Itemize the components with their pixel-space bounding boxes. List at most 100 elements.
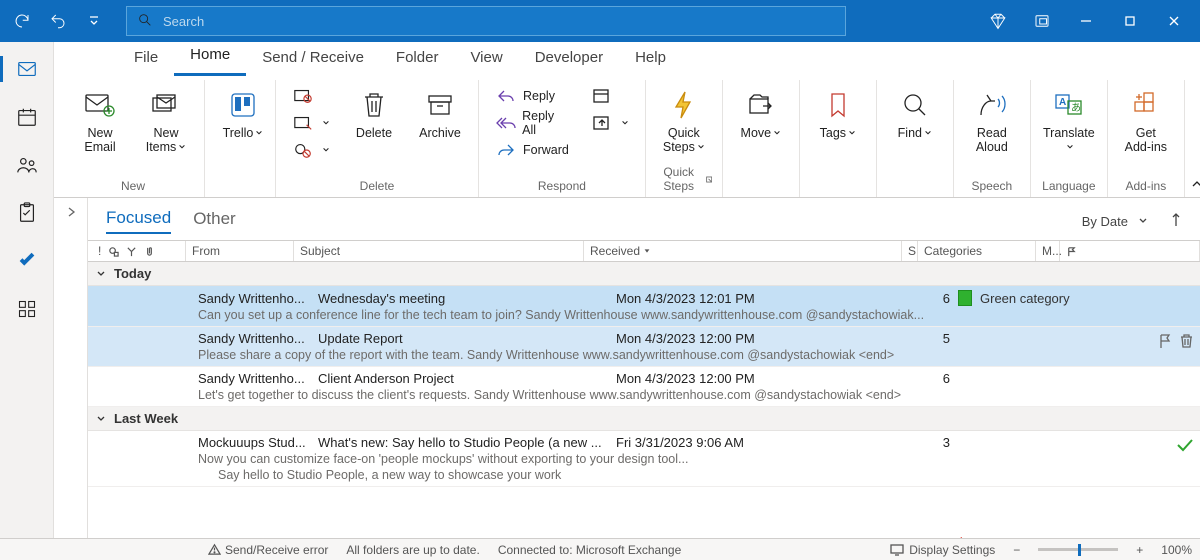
svg-text:A: A bbox=[1059, 97, 1066, 108]
category-swatch[interactable] bbox=[958, 290, 972, 306]
read-aloud-button[interactable]: ReadAloud bbox=[964, 82, 1020, 155]
tab-send-receive[interactable]: Send / Receive bbox=[246, 41, 380, 76]
reply-all-icon bbox=[495, 112, 516, 134]
title-bar bbox=[0, 0, 1200, 42]
zoom-in[interactable]: + bbox=[1136, 543, 1143, 557]
col-mentions[interactable]: M... bbox=[1036, 241, 1060, 261]
expand-folder-pane[interactable] bbox=[54, 198, 88, 538]
group-quicksteps-label: Quick Steps bbox=[656, 165, 712, 195]
junk-icon bbox=[292, 139, 314, 161]
find-icon bbox=[898, 88, 932, 122]
col-flag[interactable] bbox=[1060, 241, 1200, 261]
coming-soon-icon[interactable] bbox=[1020, 0, 1064, 42]
archive-icon bbox=[423, 88, 457, 122]
message-row[interactable]: Sandy Writtenho...Client Anderson Projec… bbox=[88, 367, 1200, 407]
nav-tasks[interactable] bbox=[10, 198, 44, 228]
find-button[interactable]: Find bbox=[887, 82, 943, 140]
share-button[interactable] bbox=[585, 111, 635, 135]
premium-icon[interactable] bbox=[976, 0, 1020, 42]
group-last-week[interactable]: Last Week bbox=[88, 407, 1200, 431]
maximize-button[interactable] bbox=[1108, 0, 1152, 42]
ignore-button[interactable] bbox=[286, 84, 336, 108]
reply-icon bbox=[495, 85, 517, 107]
display-settings[interactable]: Display Settings bbox=[890, 543, 995, 557]
col-icons[interactable]: ! bbox=[88, 241, 186, 261]
refresh-icon[interactable] bbox=[8, 7, 36, 35]
status-bar: Send/Receive error All folders are up to… bbox=[0, 538, 1200, 560]
trello-icon bbox=[226, 88, 260, 122]
tab-help[interactable]: Help bbox=[619, 41, 682, 76]
close-button[interactable] bbox=[1152, 0, 1196, 42]
archive-button[interactable]: Archive bbox=[412, 82, 468, 140]
tags-button[interactable]: Tags bbox=[810, 82, 866, 140]
addins-icon bbox=[1129, 88, 1163, 122]
col-categories[interactable]: Categories bbox=[918, 241, 1036, 261]
other-tab[interactable]: Other bbox=[193, 209, 236, 233]
col-received[interactable]: Received bbox=[584, 241, 902, 261]
zoom-value: 100% bbox=[1161, 543, 1192, 557]
sort-reverse-icon[interactable] bbox=[1170, 212, 1182, 231]
move-button[interactable]: Move bbox=[733, 82, 789, 140]
status-uptodate: All folders are up to date. bbox=[346, 543, 479, 557]
group-speech-label: Speech bbox=[964, 179, 1020, 195]
reply-all-button[interactable]: Reply All bbox=[489, 111, 575, 135]
tab-developer[interactable]: Developer bbox=[519, 41, 619, 76]
group-addins-label: Add-ins bbox=[1118, 179, 1174, 195]
status-error[interactable]: Send/Receive error bbox=[208, 543, 328, 557]
cleanup-button[interactable] bbox=[286, 111, 336, 135]
col-size[interactable]: S bbox=[902, 241, 918, 261]
get-addins-button[interactable]: GetAdd-ins bbox=[1118, 82, 1174, 155]
message-row[interactable]: Sandy Writtenho...Update ReportMon 4/3/2… bbox=[88, 327, 1200, 367]
zoom-slider[interactable] bbox=[1038, 548, 1118, 551]
search-input[interactable] bbox=[163, 14, 835, 29]
group-today[interactable]: Today bbox=[88, 262, 1200, 286]
delete-button[interactable]: Delete bbox=[346, 82, 402, 140]
tab-file[interactable]: File bbox=[118, 41, 174, 76]
zoom-out[interactable]: − bbox=[1013, 543, 1020, 557]
nav-calendar[interactable] bbox=[10, 102, 44, 132]
done-icon[interactable] bbox=[1176, 437, 1194, 456]
new-email-button[interactable]: NewEmail bbox=[72, 82, 128, 155]
new-items-button[interactable]: NewItems bbox=[138, 82, 194, 155]
flag-icon[interactable] bbox=[1157, 333, 1173, 352]
qat-dropdown-icon[interactable] bbox=[80, 7, 108, 35]
tags-icon bbox=[821, 88, 855, 122]
meeting-icon bbox=[591, 85, 613, 107]
meeting-button[interactable] bbox=[585, 84, 635, 108]
left-nav bbox=[0, 42, 54, 538]
column-headers: ! From Subject Received S Categories M..… bbox=[88, 240, 1200, 262]
forward-button[interactable]: Forward bbox=[489, 138, 575, 162]
undo-icon[interactable] bbox=[44, 7, 72, 35]
reply-button[interactable]: Reply bbox=[489, 84, 575, 108]
nav-people[interactable] bbox=[10, 150, 44, 180]
message-row[interactable]: Mockuuups Stud...What's new: Say hello t… bbox=[88, 431, 1200, 487]
translate-button[interactable]: Aあ Translate bbox=[1041, 82, 1097, 155]
delete-row-icon[interactable] bbox=[1179, 333, 1194, 352]
search-box[interactable] bbox=[126, 6, 846, 36]
collapse-ribbon-icon[interactable] bbox=[1185, 174, 1200, 197]
ignore-icon bbox=[292, 85, 314, 107]
group-language-label: Language bbox=[1041, 179, 1097, 195]
new-email-icon bbox=[83, 88, 117, 122]
group-delete-label: Delete bbox=[286, 179, 468, 195]
col-subject[interactable]: Subject bbox=[294, 241, 584, 261]
junk-button[interactable] bbox=[286, 138, 336, 162]
move-icon bbox=[744, 88, 778, 122]
focused-tab[interactable]: Focused bbox=[106, 208, 171, 234]
tab-home[interactable]: Home bbox=[174, 38, 246, 76]
ribbon: NewEmail NewItems New Trello bbox=[54, 76, 1200, 198]
quick-steps-button[interactable]: QuickSteps bbox=[656, 82, 712, 155]
group-new-label: New bbox=[72, 179, 194, 195]
sort-by-date[interactable]: By Date bbox=[1082, 214, 1148, 229]
nav-more-apps[interactable] bbox=[10, 294, 44, 324]
minimize-button[interactable] bbox=[1064, 0, 1108, 42]
search-icon bbox=[137, 12, 153, 31]
tab-view[interactable]: View bbox=[454, 41, 518, 76]
tab-folder[interactable]: Folder bbox=[380, 41, 455, 76]
message-row[interactable]: Sandy Writtenho...Wednesday's meetingMon… bbox=[88, 286, 1200, 327]
trello-button[interactable]: Trello bbox=[215, 82, 271, 140]
nav-mail[interactable] bbox=[10, 54, 44, 84]
nav-todo[interactable] bbox=[10, 246, 44, 276]
group-respond-label: Respond bbox=[489, 179, 635, 195]
col-from[interactable]: From bbox=[186, 241, 294, 261]
